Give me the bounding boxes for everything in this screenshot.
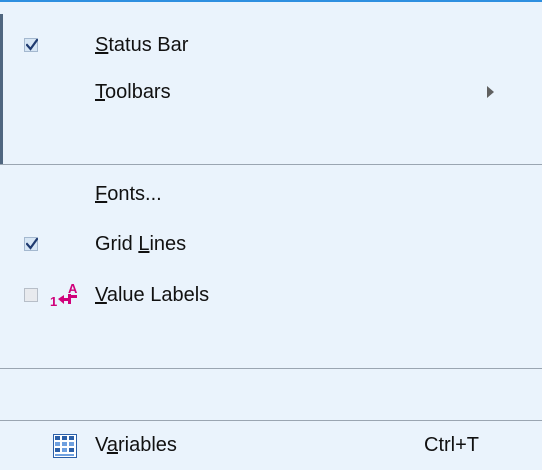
menu-item-fonts[interactable]: Fonts... bbox=[0, 179, 542, 211]
checked-checkbox-icon bbox=[24, 237, 38, 251]
menu-item-variables[interactable]: Variables Ctrl+T bbox=[0, 430, 542, 462]
unchecked-checkbox-icon bbox=[24, 288, 38, 302]
menu-label-variables: Variables bbox=[95, 434, 177, 456]
menu-label-toolbars: Toolbars bbox=[95, 81, 171, 103]
menu-separator-1 bbox=[0, 164, 542, 165]
checked-checkbox-icon bbox=[24, 38, 38, 52]
menu-item-status-bar[interactable]: Status Bar bbox=[0, 30, 542, 62]
menu-separator-2 bbox=[0, 368, 542, 369]
svg-text:A: A bbox=[68, 282, 78, 296]
menu-shortcut-variables: Ctrl+T bbox=[424, 434, 479, 456]
menu-label-value-labels: Value Labels bbox=[95, 284, 210, 306]
menu-separator-3 bbox=[0, 420, 542, 421]
value-labels-icon: 1 A bbox=[50, 282, 78, 309]
menu-item-grid-lines[interactable]: Grid Lines bbox=[0, 229, 542, 261]
view-menu: Status Bar Toolbars Fonts... Grid Lines … bbox=[0, 0, 542, 470]
menu-label-status-bar: Status Bar bbox=[95, 34, 189, 56]
chevron-right-icon bbox=[487, 86, 494, 98]
menu-item-toolbars[interactable]: Toolbars bbox=[0, 77, 542, 109]
svg-text:1: 1 bbox=[50, 294, 57, 309]
menu-item-value-labels[interactable]: 1 A Value Labels bbox=[0, 280, 542, 312]
variables-icon bbox=[53, 434, 77, 458]
menu-label-grid-lines: Grid Lines bbox=[95, 233, 187, 255]
menu-label-fonts: Fonts... bbox=[95, 183, 162, 205]
